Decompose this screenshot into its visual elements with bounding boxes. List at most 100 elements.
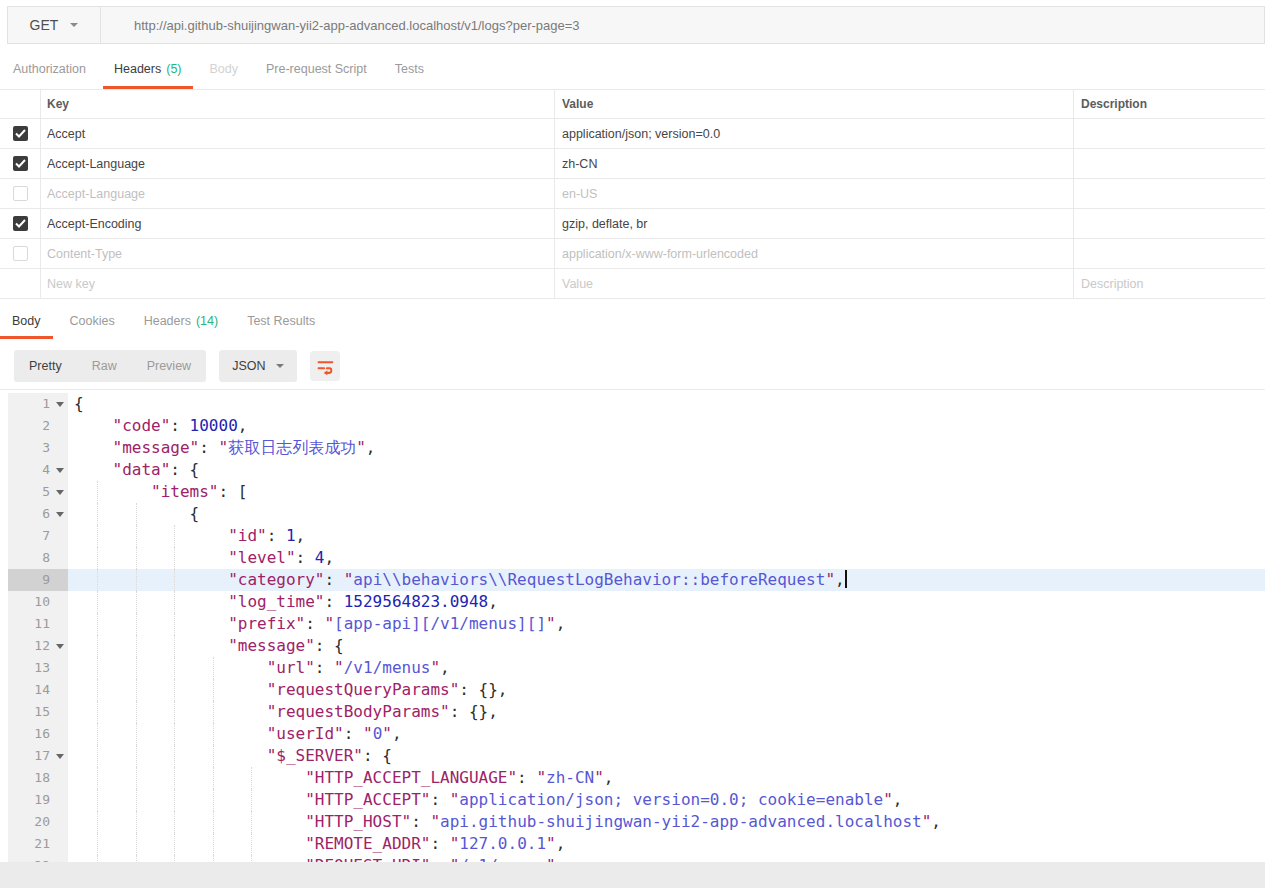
header-value-field[interactable]: application/x-www-form-urlencoded bbox=[555, 239, 1074, 268]
indent-guide bbox=[213, 745, 214, 767]
token: : bbox=[315, 658, 334, 677]
indent-guide bbox=[97, 613, 98, 635]
token: " bbox=[546, 834, 556, 853]
view-pretty[interactable]: Pretty bbox=[14, 359, 77, 373]
header-key-field[interactable]: Accept-Language bbox=[41, 149, 555, 178]
format-label: JSON bbox=[232, 359, 265, 373]
token: , bbox=[366, 438, 376, 457]
indent-guide bbox=[174, 569, 175, 591]
header-value-field[interactable]: application/json; version=0.0 bbox=[555, 119, 1074, 148]
token: "category" bbox=[228, 570, 324, 589]
indent-guide bbox=[174, 789, 175, 811]
line-number: 13 bbox=[34, 657, 50, 679]
new-value-field[interactable]: Value bbox=[555, 269, 1074, 298]
indent-space bbox=[74, 680, 267, 699]
header-description-field[interactable] bbox=[1074, 239, 1265, 268]
header-description-field[interactable] bbox=[1074, 119, 1265, 148]
fold-arrow-icon[interactable] bbox=[56, 754, 64, 759]
header-checkbox[interactable] bbox=[13, 186, 28, 201]
header-key-field[interactable]: Accept bbox=[41, 119, 555, 148]
header-description-field[interactable] bbox=[1074, 149, 1265, 178]
header-row: Content-Typeapplication/x-www-form-urlen… bbox=[0, 239, 1265, 269]
indent-space bbox=[74, 724, 267, 743]
indent-guide bbox=[97, 723, 98, 745]
fold-arrow-icon[interactable] bbox=[56, 512, 64, 517]
editor-bottom-scrollbar[interactable] bbox=[0, 862, 1265, 888]
header-value-field[interactable]: zh-CN bbox=[555, 149, 1074, 178]
code-content: "REMOTE_ADDR": "127.0.0.1", bbox=[68, 833, 1265, 855]
text-cursor bbox=[845, 570, 847, 588]
indent-guide bbox=[136, 525, 137, 547]
indent-guide bbox=[97, 811, 98, 833]
method-dropdown[interactable]: GET bbox=[8, 7, 101, 43]
request-tab-tab-label: Headers bbox=[114, 62, 161, 76]
token: 1529564823.0948 bbox=[344, 592, 489, 611]
token: "requestBodyParams" bbox=[267, 702, 450, 721]
request-tabs: AuthorizationHeaders(5) Body Pre-request S… bbox=[2, 52, 441, 89]
response-tab-test-results[interactable]: Test Results bbox=[235, 305, 327, 339]
request-tab-pre-request-script[interactable]: Pre-request Script bbox=[255, 52, 378, 89]
header-checkbox[interactable] bbox=[13, 156, 28, 171]
indent-guide bbox=[136, 789, 137, 811]
line-number: 4 bbox=[42, 459, 50, 481]
token: application/json; version=0.0; cookie=en… bbox=[459, 790, 883, 809]
fold-arrow-icon[interactable] bbox=[56, 644, 64, 649]
header-value-field[interactable]: gzip, deflate, br bbox=[555, 209, 1074, 238]
request-tab-body[interactable]: Body bbox=[199, 52, 250, 89]
indent-guide bbox=[136, 811, 137, 833]
url-input[interactable]: http://api.github-shuijingwan-yii2-app-a… bbox=[101, 18, 580, 33]
response-body-editor[interactable]: 1{2 "code": 10000,3 "message": "获取日志列表成功… bbox=[0, 389, 1265, 862]
code-line: 13 "url": "/v1/menus", bbox=[8, 657, 1265, 679]
code-line: 7 "id": 1, bbox=[8, 525, 1265, 547]
new-key-field[interactable]: New key bbox=[41, 269, 555, 298]
header-checkbox[interactable] bbox=[13, 216, 28, 231]
request-tab-tab-label: Body bbox=[210, 62, 239, 76]
token: "HTTP_ACCEPT" bbox=[305, 790, 430, 809]
line-number: 1 bbox=[42, 393, 50, 415]
line-number: 16 bbox=[34, 723, 50, 745]
line-number-gutter: 13 bbox=[8, 657, 68, 679]
indent-guide bbox=[97, 547, 98, 569]
request-tab-authorization[interactable]: Authorization bbox=[2, 52, 97, 89]
header-key-field[interactable]: Accept-Language bbox=[41, 179, 555, 208]
indent-guide bbox=[174, 613, 175, 635]
fold-arrow-icon[interactable] bbox=[56, 490, 64, 495]
new-description-field[interactable]: Description bbox=[1074, 269, 1265, 298]
request-tab-tests[interactable]: Tests bbox=[384, 52, 435, 89]
token: , bbox=[238, 416, 248, 435]
indent-guide bbox=[97, 503, 98, 525]
response-tab-headers[interactable]: Headers(14) bbox=[132, 305, 230, 339]
wrap-text-button[interactable] bbox=[310, 351, 340, 381]
line-number: 17 bbox=[34, 745, 50, 767]
token: " bbox=[344, 570, 354, 589]
response-tab-body[interactable]: Body bbox=[0, 305, 53, 339]
header-description-field[interactable] bbox=[1074, 179, 1265, 208]
indent-guide bbox=[97, 767, 98, 789]
header-checkbox[interactable] bbox=[13, 126, 28, 141]
response-tab-tab-label: Test Results bbox=[247, 314, 315, 328]
response-tab-cookies[interactable]: Cookies bbox=[58, 305, 127, 339]
header-key-field[interactable]: Accept-Encoding bbox=[41, 209, 555, 238]
indent-space bbox=[74, 460, 113, 479]
token: " bbox=[334, 658, 344, 677]
view-preview[interactable]: Preview bbox=[132, 359, 206, 373]
header-checkbox[interactable] bbox=[13, 246, 28, 261]
format-dropdown[interactable]: JSON bbox=[219, 350, 297, 382]
indent-space bbox=[74, 416, 113, 435]
request-tab-tab-label: Tests bbox=[395, 62, 424, 76]
request-tab-headers[interactable]: Headers(5) bbox=[103, 52, 193, 89]
request-tab-tab-label: Pre-request Script bbox=[266, 62, 367, 76]
indent-space bbox=[74, 482, 151, 501]
indent-guide bbox=[97, 569, 98, 591]
token: : bbox=[296, 548, 315, 567]
line-number: 5 bbox=[42, 481, 50, 503]
indent-guide bbox=[251, 855, 252, 862]
fold-arrow-icon[interactable] bbox=[56, 468, 64, 473]
fold-arrow-icon[interactable] bbox=[56, 402, 64, 407]
header-value-field[interactable]: en-US bbox=[555, 179, 1074, 208]
token: , bbox=[440, 658, 450, 677]
view-raw[interactable]: Raw bbox=[77, 359, 132, 373]
header-description-field[interactable] bbox=[1074, 209, 1265, 238]
header-key-field[interactable]: Content-Type bbox=[41, 239, 555, 268]
token: "data" bbox=[113, 460, 171, 479]
